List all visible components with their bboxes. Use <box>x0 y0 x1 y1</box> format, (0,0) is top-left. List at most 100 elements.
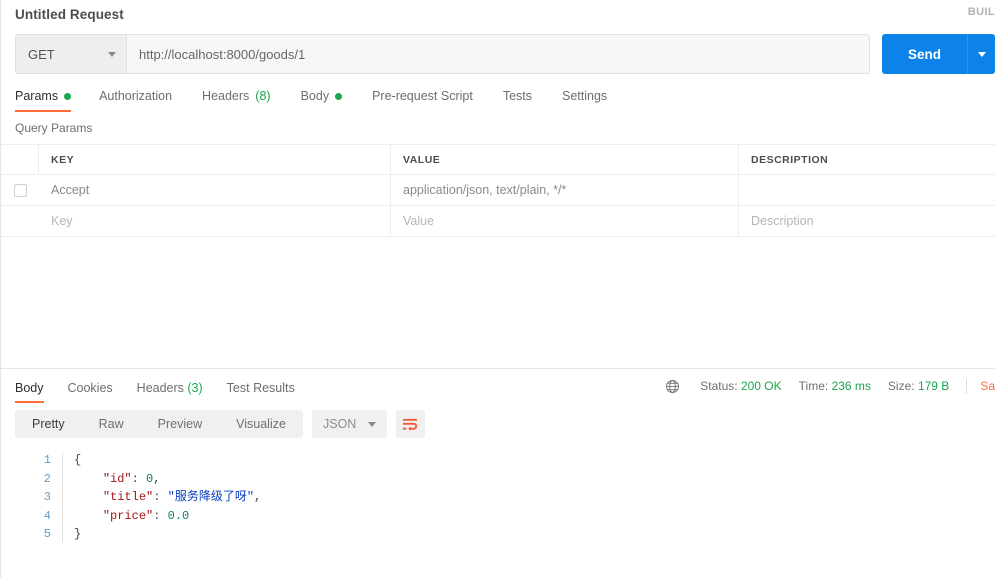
code-token-punct <box>74 490 103 504</box>
url-bar: GET http://localhost:8000/goods/1 Send <box>1 28 995 80</box>
query-params-table: KEY VALUE DESCRIPTION Accept application/… <box>1 144 995 237</box>
tab-label: Pre-request Script <box>372 89 473 103</box>
chevron-down-icon <box>108 51 116 57</box>
globe-icon[interactable] <box>665 379 680 394</box>
response-tab-test-results[interactable]: Test Results <box>227 381 297 403</box>
send-button[interactable]: Send <box>881 34 967 74</box>
code-token-punct: , <box>153 471 161 486</box>
tab-label: Settings <box>562 89 608 103</box>
tab-params[interactable]: Params <box>15 89 81 112</box>
tab-count: (8) <box>255 89 271 103</box>
request-title-bar: Untitled Request BUIL <box>1 0 995 28</box>
response-header: Body Cookies Headers (3) Test Results Statu… <box>1 369 995 403</box>
response-body-viewer[interactable]: 1 2 3 4 5 { "id": 0, "title": "服务降级了呀", "pri… <box>1 445 995 544</box>
code-fold-rail <box>62 453 63 542</box>
modified-dot-icon <box>64 92 72 100</box>
response-tab-label: Body <box>15 381 44 395</box>
response-format-label: JSON <box>322 417 357 431</box>
code-token-key: "id" <box>102 471 132 486</box>
tab-settings[interactable]: Settings <box>562 89 621 112</box>
code-token-num: 0.0 <box>167 508 190 523</box>
code-token-punct: } <box>74 527 82 541</box>
view-mode-visualize[interactable]: Visualize <box>219 410 303 438</box>
code-token-punct: , <box>254 490 262 504</box>
header-cell-value: VALUE <box>391 145 739 174</box>
code-token-punct: { <box>74 453 82 467</box>
save-response-button[interactable]: Sa <box>980 379 995 393</box>
page-title: Untitled Request <box>15 6 124 22</box>
status-badge[interactable]: Status: 200 OK <box>700 379 781 393</box>
wrap-text-button[interactable] <box>396 410 426 438</box>
time-badge[interactable]: Time: 236 ms <box>799 379 871 393</box>
response-format-select[interactable]: JSON <box>311 410 388 438</box>
cell-value-text: Value <box>403 214 435 228</box>
build-label: BUIL <box>967 6 995 18</box>
code-token-punct: : <box>131 471 147 486</box>
tab-label: Params <box>15 89 59 103</box>
response-tab-headers[interactable]: Headers (3) <box>137 381 205 403</box>
url-input[interactable]: http://localhost:8000/goods/1 <box>126 34 870 74</box>
cell-description[interactable] <box>739 175 995 205</box>
response-tab-label: Test Results <box>226 381 295 395</box>
tab-headers[interactable]: Headers (8) <box>202 89 285 112</box>
query-params-label: Query Params <box>15 121 93 135</box>
view-mode-pretty[interactable]: Pretty <box>15 410 82 438</box>
line-number-gutter: 1 2 3 4 5 <box>29 451 51 544</box>
table-row[interactable]: Accept application/json, text/plain, */* <box>1 175 995 206</box>
row-checkbox-cell <box>1 206 39 236</box>
size-badge[interactable]: Size: 179 B <box>888 379 949 393</box>
response-tab-bar: Body Cookies Headers (3) Test Results <box>15 369 319 403</box>
line-number: 5 <box>43 527 51 541</box>
cell-description-text: Description <box>751 214 814 228</box>
code-token-key: "price" <box>102 508 154 523</box>
tab-body[interactable]: Body <box>301 89 357 112</box>
code-line: { <box>74 451 261 470</box>
response-meta-bar: Status: 200 OK Time: 236 ms Size: 179 B … <box>665 369 995 403</box>
tab-tests[interactable]: Tests <box>503 89 546 112</box>
cell-key[interactable]: Key <box>39 206 391 236</box>
url-input-value: http://localhost:8000/goods/1 <box>139 46 306 62</box>
cell-key-text: Key <box>51 214 73 228</box>
view-mode-raw[interactable]: Raw <box>82 410 141 438</box>
size-value: 179 B <box>917 379 950 393</box>
request-tab-bar: Params Authorization Headers (8) Body Pre-req… <box>1 80 995 112</box>
tab-authorization[interactable]: Authorization <box>99 89 186 112</box>
cell-value[interactable]: application/json, text/plain, */* <box>391 175 739 205</box>
cell-key[interactable]: Accept <box>39 175 391 205</box>
http-method-label: GET <box>28 46 55 62</box>
modified-dot-icon <box>335 92 343 100</box>
send-button-group: Send <box>881 34 995 74</box>
chevron-down-icon <box>368 421 377 427</box>
time-label: Time: <box>798 379 829 393</box>
time-value: 236 ms <box>831 379 871 393</box>
table-row[interactable]: Key Value Description <box>1 206 995 237</box>
response-tab-label: Cookies <box>67 381 113 395</box>
cell-value[interactable]: Value <box>391 206 739 236</box>
tab-label: Headers <box>202 89 250 103</box>
code-token-punct: : <box>153 490 168 504</box>
line-number: 1 <box>43 453 51 467</box>
response-body-toolbar: Pretty Raw Preview Visualize JSON <box>1 403 995 445</box>
cell-description[interactable]: Description <box>739 206 995 236</box>
send-options-button[interactable] <box>967 34 995 74</box>
response-tab-body[interactable]: Body <box>15 381 46 403</box>
response-tab-label: Headers <box>136 381 184 395</box>
row-enable-checkbox[interactable] <box>13 183 27 197</box>
code-line: } <box>74 525 261 544</box>
code-token-str: "服务降级了呀" <box>167 490 255 504</box>
tab-pre-request-script[interactable]: Pre-request Script <box>372 89 487 112</box>
header-cell-checkbox <box>1 145 39 174</box>
response-body-code: { "id": 0, "title": "服务降级了呀", "price": 0… <box>74 451 261 544</box>
meta-divider <box>966 378 968 394</box>
http-method-select[interactable]: GET <box>15 34 126 74</box>
code-token-punct: : <box>153 508 168 523</box>
params-empty-area <box>1 237 995 368</box>
response-tab-cookies[interactable]: Cookies <box>68 381 115 403</box>
chevron-down-icon <box>977 51 986 57</box>
line-number: 3 <box>43 490 51 504</box>
code-token-key: "title" <box>102 490 154 504</box>
header-cell-description: DESCRIPTION <box>739 145 995 174</box>
status-value: 200 OK <box>740 379 782 393</box>
line-number: 4 <box>43 508 51 523</box>
view-mode-preview[interactable]: Preview <box>141 410 219 438</box>
